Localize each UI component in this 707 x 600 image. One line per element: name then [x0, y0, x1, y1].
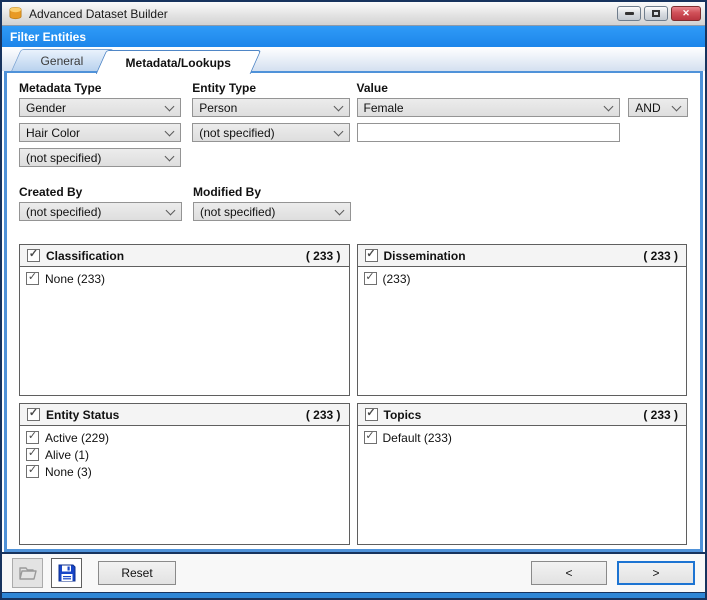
byline-row: Created By (not specified) Modified By (…: [19, 185, 688, 227]
maximize-icon: [652, 10, 660, 17]
group-topics-header: Topics ( 233 ): [357, 404, 686, 426]
group-count: ( 233 ): [305, 248, 341, 263]
window-bottom-accent: [2, 592, 705, 598]
chevron-down-icon: [603, 101, 614, 111]
minimize-button[interactable]: [617, 6, 641, 21]
value-select[interactable]: Female: [356, 98, 621, 117]
chevron-down-icon: [165, 205, 176, 215]
item-checkbox[interactable]: [26, 465, 39, 478]
list-item[interactable]: None (3): [26, 463, 343, 480]
chevron-down-icon: [334, 205, 345, 215]
created-by-label: Created By: [19, 185, 83, 199]
group-classification-header: Classification ( 233 ): [20, 245, 349, 267]
tab-metadata-lookups-label: Metadata/Lookups: [125, 55, 231, 70]
group-count: ( 233 ): [643, 248, 678, 263]
chevron-down-icon: [164, 126, 175, 136]
previous-button[interactable]: <: [531, 561, 607, 585]
tab-strip: General Metadata/Lookups: [2, 47, 705, 74]
tab-metadata-lookups[interactable]: Metadata/Lookups: [95, 50, 262, 74]
group-dissemination-checkbox[interactable]: [364, 249, 378, 262]
dialog-header-title: Filter Entities: [10, 29, 87, 44]
group-title: Dissemination: [383, 248, 466, 263]
window-title: Advanced Dataset Builder: [29, 6, 168, 21]
save-icon: [58, 564, 75, 582]
group-topics-list: Default (233): [358, 426, 687, 544]
item-checkbox[interactable]: [363, 272, 377, 285]
next-button[interactable]: >: [617, 561, 695, 585]
group-entity-status-header: Entity Status ( 233 ): [20, 404, 349, 426]
metadata-type-select-1[interactable]: Gender: [19, 98, 182, 117]
footer-bar: Reset < >: [2, 552, 705, 592]
list-item[interactable]: (233): [363, 270, 681, 287]
lookup-groups: Classification ( 233 ) None (233) Dissem…: [19, 244, 688, 545]
list-item[interactable]: Alive (1): [26, 446, 343, 463]
group-classification-list: None (233): [20, 267, 349, 395]
metadata-type-select-2[interactable]: Hair Color: [19, 123, 182, 142]
group-count: ( 233 ): [305, 407, 341, 422]
chevron-down-icon: [164, 101, 175, 111]
entity-type-select-2[interactable]: (not specified): [192, 123, 350, 142]
metadata-type-select-3[interactable]: (not specified): [19, 148, 182, 167]
group-entity-status-list: Active (229) Alive (1) None (3): [20, 426, 349, 544]
group-entity-status: Entity Status ( 233 ) Active (229) Alive…: [19, 403, 350, 545]
group-title: Classification: [46, 248, 125, 263]
created-by-select[interactable]: (not specified): [19, 202, 182, 221]
item-checkbox[interactable]: [26, 272, 39, 285]
group-classification: Classification ( 233 ) None (233): [19, 244, 350, 396]
close-icon: ✕: [682, 8, 690, 18]
metadata-lookups-panel: Metadata Type Gender Hair Color (not spe…: [4, 71, 703, 552]
modified-by-label: Modified By: [193, 185, 261, 199]
entity-type-label: Entity Type: [192, 81, 257, 95]
open-folder-button: [12, 558, 43, 588]
chevron-down-icon: [333, 126, 343, 136]
maximize-button[interactable]: [644, 6, 668, 21]
item-checkbox[interactable]: [26, 448, 39, 461]
chevron-down-icon: [671, 101, 682, 111]
group-topics: Topics ( 233 ) Default (233): [356, 403, 687, 545]
value-input[interactable]: [356, 123, 621, 142]
operator-select[interactable]: AND: [628, 98, 688, 117]
close-button[interactable]: ✕: [671, 6, 701, 21]
metadata-type-label: Metadata Type: [19, 81, 102, 95]
title-bar[interactable]: Advanced Dataset Builder ✕: [2, 2, 705, 26]
chevron-down-icon: [164, 151, 175, 161]
group-classification-checkbox[interactable]: [27, 249, 40, 262]
item-checkbox[interactable]: [363, 431, 377, 444]
tab-general-label: General: [40, 53, 84, 68]
group-dissemination: Dissemination ( 233 ) (233): [356, 244, 687, 396]
group-dissemination-header: Dissemination ( 233 ): [357, 245, 686, 267]
list-item[interactable]: Default (233): [363, 429, 681, 446]
operator-spacer: [628, 81, 688, 98]
minimize-icon: [624, 12, 634, 15]
dialog-header: Filter Entities: [2, 26, 705, 47]
list-item[interactable]: None (233): [26, 270, 343, 287]
item-checkbox[interactable]: [26, 431, 39, 444]
modified-by-select[interactable]: (not specified): [193, 202, 351, 221]
app-icon: [9, 6, 22, 20]
reset-button[interactable]: Reset: [98, 561, 176, 585]
filter-grid: Metadata Type Gender Hair Color (not spe…: [19, 81, 688, 173]
save-button[interactable]: [51, 558, 82, 588]
entity-type-select-1[interactable]: Person: [192, 98, 350, 117]
group-dissemination-list: (233): [358, 267, 687, 395]
group-entity-status-checkbox[interactable]: [27, 408, 40, 421]
group-count: ( 233 ): [643, 407, 678, 422]
group-title: Entity Status: [46, 407, 120, 422]
group-title: Topics: [383, 407, 422, 422]
value-label: Value: [356, 81, 388, 95]
advanced-dataset-builder-window: Advanced Dataset Builder ✕ Filter Entiti…: [0, 0, 707, 600]
list-item[interactable]: Active (229): [26, 429, 343, 446]
folder-open-icon: [18, 567, 37, 580]
chevron-down-icon: [333, 101, 343, 111]
group-topics-checkbox[interactable]: [364, 408, 378, 421]
